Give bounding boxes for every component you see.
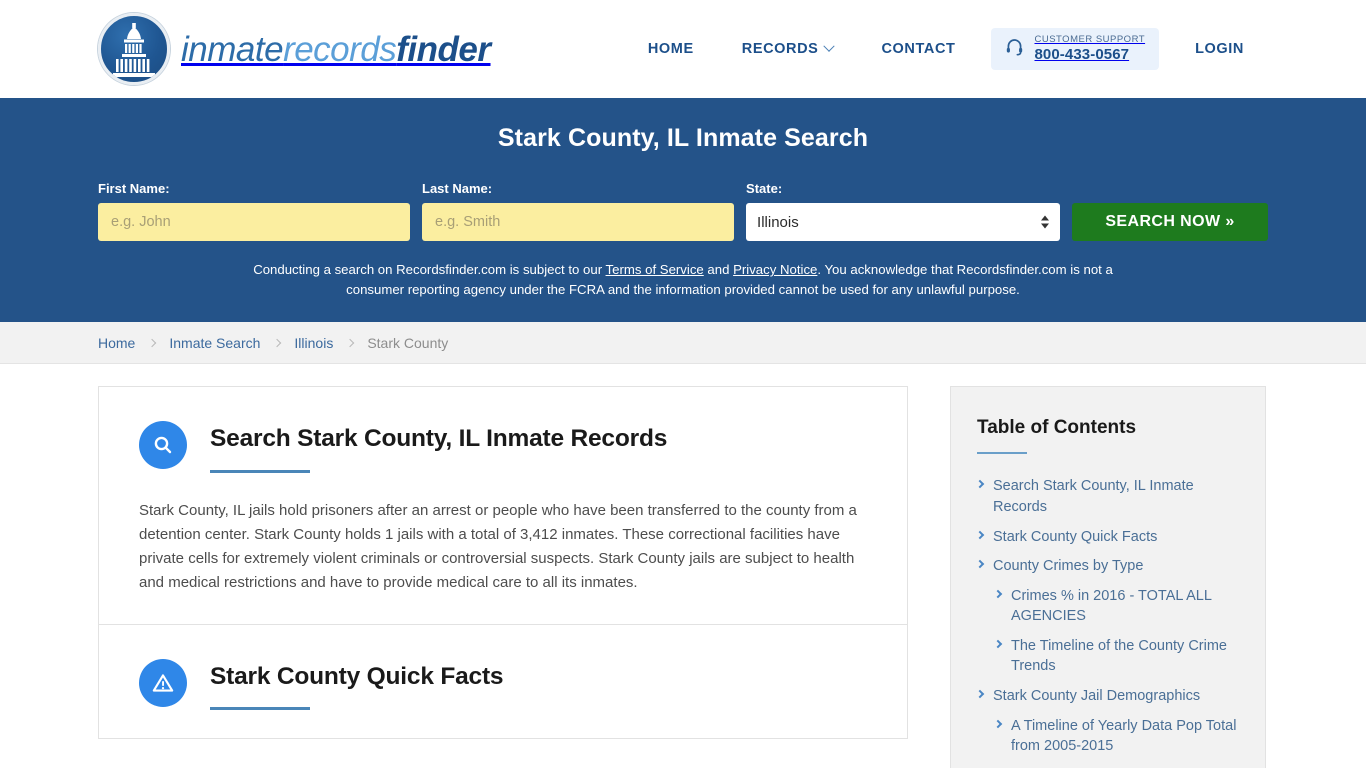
last-name-input[interactable] <box>422 203 735 241</box>
heading-accent-rule <box>210 706 310 710</box>
nav-login[interactable]: LOGIN <box>1171 31 1268 67</box>
toc-link[interactable]: Search Stark County, IL Inmate Records <box>993 476 1237 517</box>
brand-part-3: finder <box>396 29 491 69</box>
section-body-text: Stark County, IL jails hold prisoners af… <box>139 501 857 592</box>
chevron-right-icon <box>975 559 985 569</box>
first-name-input[interactable] <box>98 203 411 241</box>
nav-contact-label: CONTACT <box>881 40 956 57</box>
toc-title: Table of Contents <box>977 417 1137 439</box>
toc-item[interactable]: Stark County Jail Demographics <box>975 686 1237 707</box>
headset-icon <box>1005 37 1024 61</box>
nav-records-label: RECORDS <box>741 40 819 57</box>
breadcrumb-inmate-search[interactable]: Inmate Search <box>169 335 260 351</box>
customer-support-box[interactable]: CUSTOMER SUPPORT 800-433-0567 <box>991 27 1160 71</box>
chevron-down-icon <box>823 40 836 52</box>
toc-accent-rule <box>977 452 1027 455</box>
chevron-right-icon <box>975 689 985 699</box>
nav-records[interactable]: RECORDS <box>718 31 858 67</box>
nav-login-label: LOGIN <box>1195 40 1244 57</box>
toc-item[interactable]: Stark County Quick Facts <box>975 527 1237 548</box>
state-select[interactable] <box>746 203 1060 241</box>
breadcrumb-separator-icon <box>273 338 282 348</box>
search-disclaimer: Conducting a search on Recordsfinder.com… <box>253 260 1113 300</box>
toc-item[interactable]: County Crimes by Type <box>975 556 1237 577</box>
toc-link[interactable]: The Timeline of the County Crime Trends <box>1011 636 1237 677</box>
chevron-right-icon <box>975 480 985 489</box>
section-search-records: Search Stark County, IL Inmate Records S… <box>99 387 907 623</box>
nav-contact[interactable]: CONTACT <box>857 31 979 67</box>
warning-triangle-icon <box>139 658 187 707</box>
breadcrumb-separator-icon <box>346 338 355 348</box>
page-body: Search Stark County, IL Inmate Records S… <box>0 364 1366 768</box>
toc-link[interactable]: Stark County Quick Facts <box>993 527 1157 548</box>
disclaimer-part-1: Conducting a search on Recordsfinder.com… <box>253 262 606 277</box>
toc-link[interactable]: Stark County Jail Demographics <box>993 686 1200 707</box>
breadcrumb-illinois[interactable]: Illinois <box>294 335 333 351</box>
toc-list: Search Stark County, IL Inmate Records S… <box>975 476 1237 757</box>
inmate-search-form: First Name: Last Name: State: SEARCH NOW… <box>98 181 1268 241</box>
state-label: State: <box>746 181 783 196</box>
toc-item[interactable]: The Timeline of the County Crime Trends <box>977 636 1237 677</box>
breadcrumb-separator-icon <box>148 338 157 348</box>
chevron-right-icon <box>975 530 985 539</box>
toc-link[interactable]: A Timeline of Yearly Data Pop Total from… <box>1011 716 1237 757</box>
disclaimer-part-2: and <box>703 262 734 277</box>
support-label: CUSTOMER SUPPORT <box>1034 33 1146 45</box>
table-of-contents: Table of Contents Search Stark County, I… <box>950 386 1266 768</box>
toc-item[interactable]: Search Stark County, IL Inmate Records <box>975 476 1237 517</box>
terms-of-service-link[interactable]: Terms of Service <box>606 262 704 277</box>
chevron-right-icon <box>993 589 1003 598</box>
section-title: Search Stark County, IL Inmate Records <box>210 425 668 453</box>
section-title: Stark County Quick Facts <box>210 662 504 690</box>
page-title: Stark County, IL Inmate Search <box>497 124 869 152</box>
toc-item[interactable]: Crimes % in 2016 - TOTAL ALL AGENCIES <box>977 586 1237 627</box>
first-name-field-group: First Name: <box>98 181 411 241</box>
nav-home[interactable]: HOME <box>624 31 718 67</box>
toc-link[interactable]: County Crimes by Type <box>993 556 1143 577</box>
breadcrumb: Home Inmate Search Illinois Stark County <box>0 322 1366 365</box>
heading-accent-rule <box>210 469 310 473</box>
chevron-right-icon <box>993 719 1003 728</box>
brand-part-2: records <box>283 29 397 69</box>
last-name-field-group: Last Name: <box>422 181 735 241</box>
search-now-button[interactable]: SEARCH NOW » <box>1072 203 1268 241</box>
last-name-label: Last Name: <box>422 181 493 196</box>
chevron-right-icon <box>993 639 1003 649</box>
brand-wordmark: inmaterecordsfinder <box>181 32 491 67</box>
main-content-card: Search Stark County, IL Inmate Records S… <box>98 386 908 739</box>
main-navigation: HOME RECORDS CONTACT CUSTOMER SUPPORT 80… <box>624 27 1268 71</box>
state-field-group: State: <box>746 181 1060 241</box>
section-quick-facts: Stark County Quick Facts <box>99 623 907 738</box>
toc-link[interactable]: Crimes % in 2016 - TOTAL ALL AGENCIES <box>1011 586 1237 627</box>
brand-part-1: inmate <box>181 29 284 69</box>
breadcrumb-home[interactable]: Home <box>98 335 135 351</box>
magnifier-icon <box>139 421 187 470</box>
nav-home-label: HOME <box>647 40 694 57</box>
site-header: inmaterecordsfinder HOME RECORDS CONTACT… <box>0 0 1366 98</box>
privacy-notice-link[interactable]: Privacy Notice <box>733 262 817 277</box>
site-logo[interactable]: inmaterecordsfinder <box>98 13 491 85</box>
hero-search-band: Stark County, IL Inmate Search First Nam… <box>0 98 1366 323</box>
breadcrumb-stark-county: Stark County <box>367 334 449 351</box>
first-name-label: First Name: <box>98 181 170 196</box>
capitol-dome-icon <box>98 13 170 85</box>
toc-item[interactable]: A Timeline of Yearly Data Pop Total from… <box>977 716 1237 757</box>
support-phone: 800-433-0567 <box>1034 45 1130 63</box>
